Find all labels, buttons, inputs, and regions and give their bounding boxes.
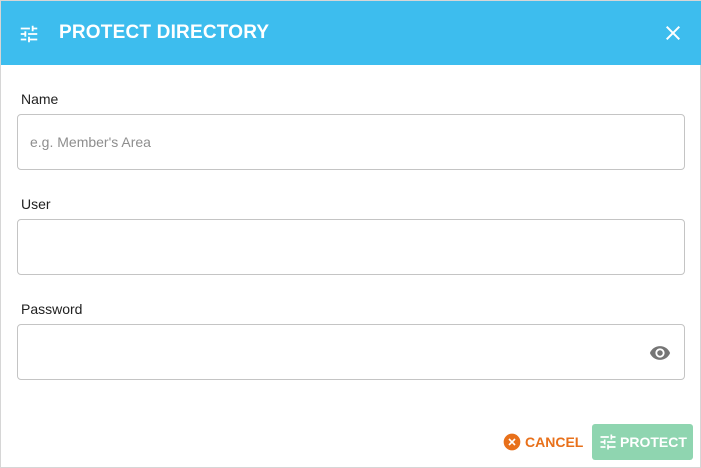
protect-button-label: PROTECT	[620, 434, 687, 450]
protect-directory-dialog: PROTECT DIRECTORY Name User Password CAN…	[0, 0, 701, 468]
user-field-wrapper	[17, 219, 685, 275]
password-input[interactable]	[18, 325, 684, 379]
name-label: Name	[21, 91, 59, 107]
protect-button[interactable]: PROTECT	[592, 424, 693, 460]
tune-sliders-icon	[20, 25, 38, 43]
cancel-button[interactable]: CANCEL	[498, 427, 587, 457]
close-icon[interactable]	[661, 21, 685, 45]
name-input[interactable]	[18, 115, 684, 169]
dialog-title: PROTECT DIRECTORY	[59, 22, 270, 43]
cancel-button-label: CANCEL	[525, 434, 584, 450]
user-label: User	[21, 196, 51, 212]
cancel-circle-icon	[503, 433, 521, 451]
password-field-wrapper	[17, 324, 685, 380]
tune-sliders-icon	[600, 434, 616, 450]
eye-icon[interactable]	[648, 342, 672, 364]
user-input[interactable]	[18, 220, 684, 274]
password-label: Password	[21, 301, 83, 317]
dialog-header: PROTECT DIRECTORY	[1, 1, 701, 65]
name-field-wrapper	[17, 114, 685, 170]
